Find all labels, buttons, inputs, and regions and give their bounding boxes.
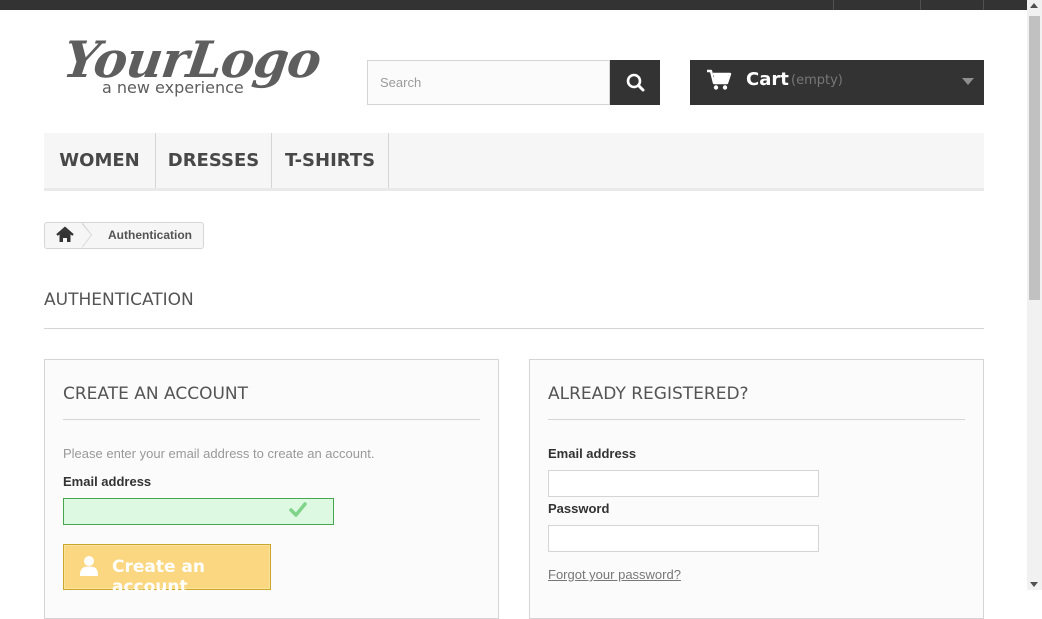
search-icon — [626, 73, 645, 92]
create-email-label: Email address — [63, 474, 152, 489]
login-password-label: Password — [548, 501, 610, 516]
home-icon — [56, 226, 74, 242]
user-icon — [79, 555, 99, 582]
breadcrumb-current: Authentication — [108, 228, 192, 242]
login-heading: ALREADY REGISTERED? — [548, 384, 965, 420]
search-button[interactable] — [610, 60, 660, 105]
menu-item-t-shirts[interactable]: T-SHIRTS — [272, 133, 389, 188]
forgot-password-link[interactable]: Forgot your password? — [548, 567, 681, 582]
shopping-cart-icon — [706, 69, 732, 96]
chevron-down-icon[interactable] — [962, 78, 974, 85]
scroll-down-arrow-icon[interactable] — [1030, 582, 1038, 587]
top-bar-divider — [920, 0, 921, 10]
scroll-up-arrow-icon[interactable] — [1030, 3, 1038, 8]
page-scrollbar[interactable] — [1027, 0, 1042, 590]
top-bar-divider — [983, 0, 984, 10]
breadcrumb: Authentication — [44, 222, 204, 249]
breadcrumb-home[interactable] — [45, 223, 85, 248]
create-account-heading: CREATE AN ACCOUNT — [63, 384, 480, 420]
top-bar — [0, 0, 1027, 10]
store-logo[interactable]: YourLogo a new experience — [60, 30, 325, 102]
menu-item-women[interactable]: WOMEN — [44, 133, 156, 188]
create-account-button-label: Create an account — [112, 557, 206, 597]
create-account-description: Please enter your email address to creat… — [63, 446, 375, 461]
scrollbar-thumb[interactable] — [1029, 16, 1040, 300]
breadcrumb-separator-fill — [81, 223, 91, 248]
main-menu: WOMEN DRESSES T-SHIRTS — [44, 133, 984, 191]
create-account-box: CREATE AN ACCOUNT Please enter your emai… — [44, 359, 499, 619]
page-title: AUTHENTICATION — [44, 290, 984, 329]
login-box: ALREADY REGISTERED? Email address Passwo… — [529, 359, 984, 619]
login-password-field[interactable] — [548, 525, 819, 552]
top-bar-divider — [833, 0, 834, 10]
search-form — [367, 60, 660, 105]
create-account-button[interactable]: Create an account — [63, 544, 271, 597]
cart-status: (empty) — [791, 73, 843, 88]
cart-label: Cart — [746, 69, 789, 90]
login-email-field[interactable] — [548, 470, 819, 497]
search-input[interactable] — [367, 60, 610, 105]
login-email-label: Email address — [548, 446, 637, 461]
logo-tagline: a new experience — [102, 78, 244, 97]
cart-block[interactable]: Cart (empty) — [690, 60, 984, 105]
check-icon — [289, 502, 307, 522]
menu-item-dresses[interactable]: DRESSES — [156, 133, 272, 188]
